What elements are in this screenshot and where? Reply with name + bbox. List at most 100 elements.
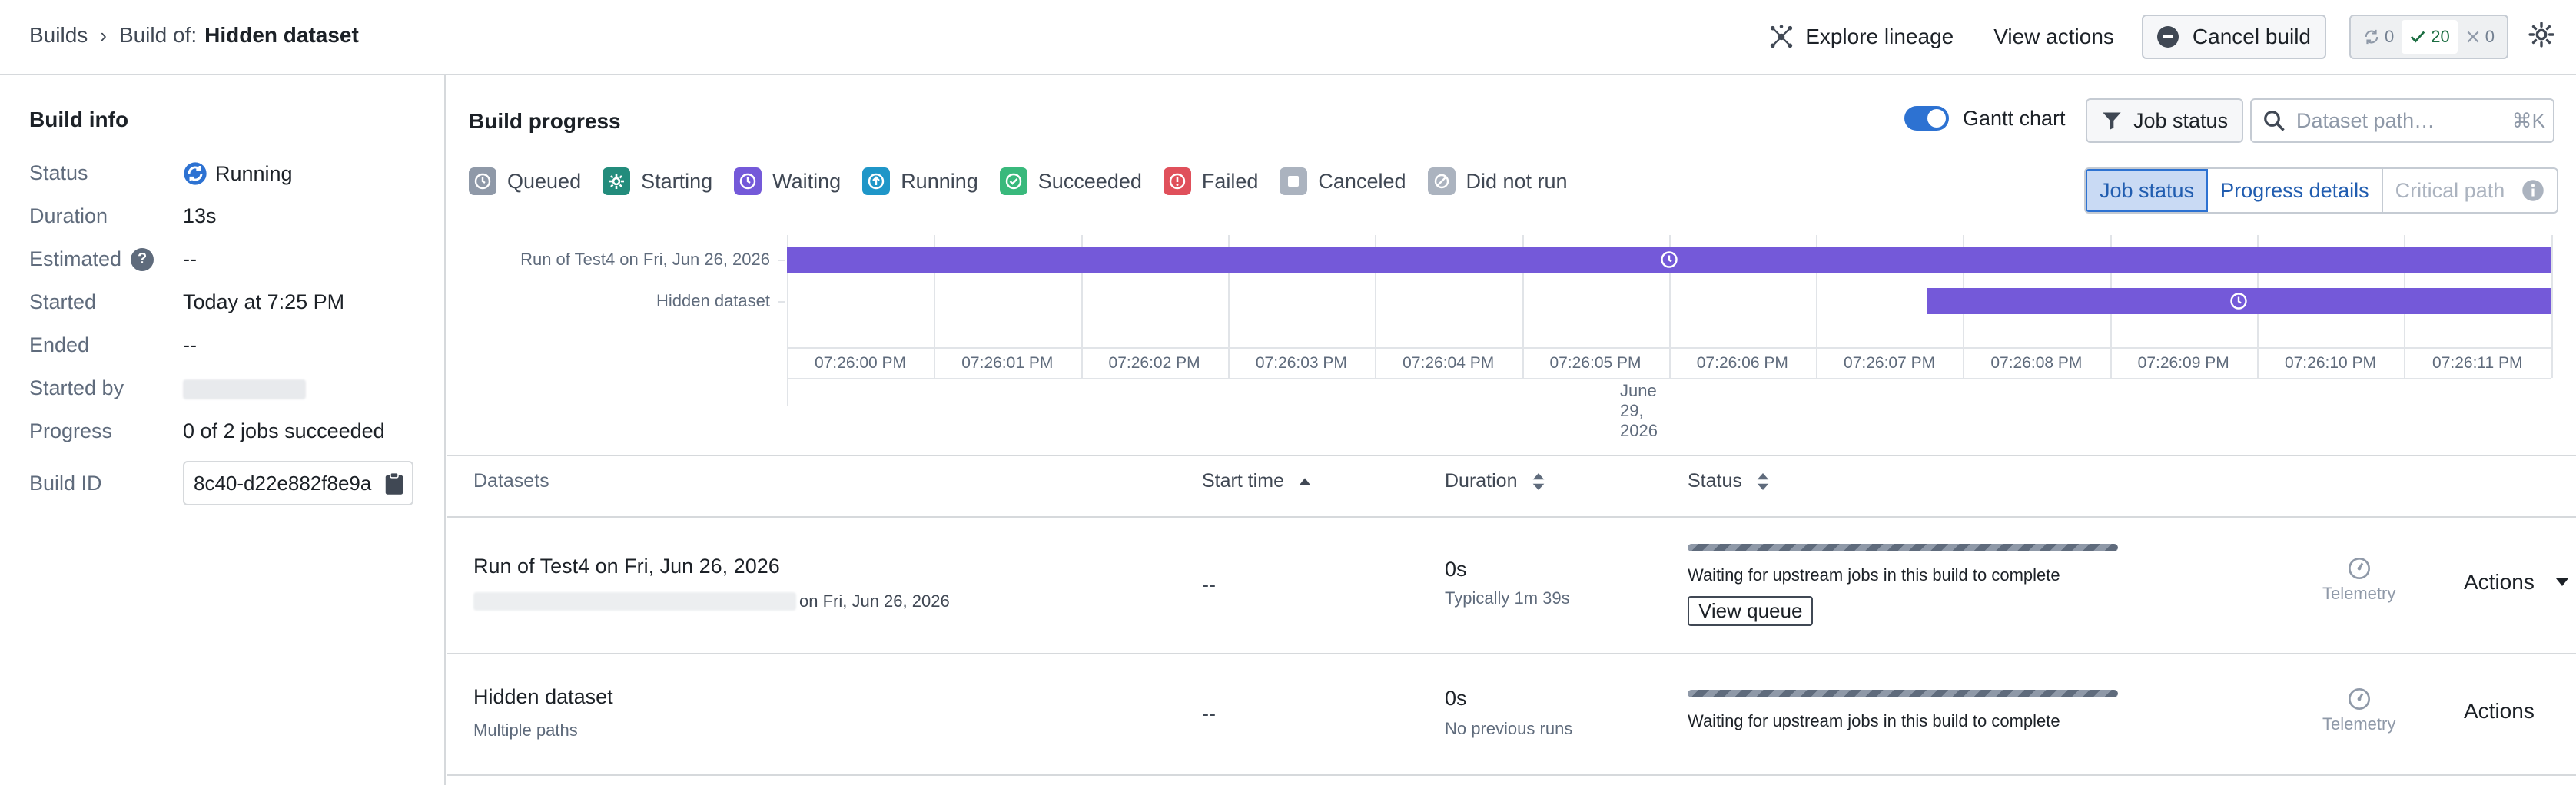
gantt-tick-label: 07:26:05 PM <box>1549 354 1642 372</box>
cancel-build-button[interactable]: Cancel build <box>2141 15 2327 59</box>
gantt-row-tick <box>778 301 785 303</box>
gantt-tick-label: 07:26:07 PM <box>1844 354 1936 372</box>
redacted-user <box>183 379 306 399</box>
gantt-chart-toggle[interactable]: Gantt chart <box>1904 106 2066 131</box>
clipboard-icon[interactable] <box>384 472 404 501</box>
sort-ascending-icon <box>1299 477 1311 485</box>
header-label: Status <box>1688 470 1742 492</box>
breadcrumb-current: Hidden dataset <box>204 23 359 47</box>
gantt-tick-label: 07:26:03 PM <box>1255 354 1347 372</box>
failed-count-badge[interactable]: 0 <box>2458 20 2502 54</box>
settings-gear-icon[interactable] <box>2528 21 2554 53</box>
table-divider <box>447 516 2576 518</box>
gantt-row-label: Hidden dataset <box>656 291 770 310</box>
explore-lineage-button[interactable]: Explore lineage <box>1768 24 1954 50</box>
column-header-datasets: Datasets <box>473 470 549 492</box>
sort-icon <box>1757 472 1769 490</box>
gear-icon <box>603 167 631 195</box>
tab-critical-path[interactable]: Critical path <box>2383 169 2558 212</box>
info-label-progress: Progress <box>29 419 113 442</box>
column-header-status[interactable]: Status <box>1688 470 1771 492</box>
info-value-started: Today at 7:25 PM <box>183 290 345 313</box>
table-divider <box>447 653 2576 654</box>
status-progress-bar <box>1688 690 2118 697</box>
gantt-tick-label: 07:26:09 PM <box>2137 354 2229 372</box>
build-info-title: Build info <box>29 108 129 131</box>
succeeded-count-badge[interactable]: 20 <box>2402 20 2458 54</box>
view-actions-label: View actions <box>1993 25 2114 48</box>
dataset-name[interactable]: Hidden dataset <box>473 685 613 709</box>
gauge-icon <box>2348 558 2370 579</box>
toggle-switch[interactable] <box>1904 106 1949 131</box>
status-cell: Waiting for upstream jobs in this build … <box>1688 544 2118 626</box>
telemetry-link[interactable]: Telemetry <box>2322 687 2395 734</box>
dataset-sub-text: on Fri, Jun 26, 2026 <box>799 591 950 611</box>
duration: 0s <box>1445 558 1467 581</box>
top-bar: Builds › Build of: Hidden dataset Explor… <box>0 0 2576 75</box>
refresh-icon <box>2365 29 2378 45</box>
legend-label: Did not run <box>1466 169 1568 193</box>
search-placeholder: Dataset path… <box>2296 108 2435 132</box>
build-info-panel: Build info Status Running Duration 13s E… <box>0 75 446 785</box>
gantt-row-tick <box>778 260 785 261</box>
status-progress-bar <box>1688 544 2118 551</box>
header-label: Start time <box>1202 470 1284 492</box>
view-actions-button[interactable]: View actions <box>1993 25 2114 49</box>
legend-succeeded: Succeeded <box>999 167 1142 195</box>
start-time: -- <box>1202 702 1216 725</box>
duration-estimate: Typically 1m 39s <box>1445 588 1570 608</box>
dataset-name[interactable]: Run of Test4 on Fri, Jun 26, 2026 <box>473 555 780 578</box>
build-progress-panel: Build progress Gantt chart Job status Da… <box>447 75 2576 785</box>
exclamation-icon <box>1163 167 1191 195</box>
actions-label: Actions <box>2464 699 2535 723</box>
cancel-icon <box>2156 26 2179 48</box>
info-label-ended: Ended <box>29 333 90 356</box>
info-value-status: Running <box>183 161 293 186</box>
legend-running: Running <box>862 167 978 195</box>
legend-label: Starting <box>641 169 713 193</box>
info-value-estimated: -- <box>183 247 197 270</box>
gantt-gridline <box>2551 235 2553 378</box>
running-status-icon <box>184 162 207 185</box>
legend-canceled: Canceled <box>1280 167 1406 195</box>
telemetry-link[interactable]: Telemetry <box>2322 556 2395 604</box>
legend-label: Queued <box>507 169 582 193</box>
gantt-row-label: Run of Test4 on Fri, Jun 26, 2026 <box>520 250 770 269</box>
status-text: Waiting for upstream jobs in this build … <box>1688 711 2060 730</box>
gauge-icon <box>2348 688 2370 710</box>
breadcrumb-prefix: Build of: <box>118 23 198 47</box>
sort-icon <box>1532 472 1544 490</box>
row-actions-button[interactable]: Actions <box>2464 570 2570 595</box>
close-icon <box>2467 31 2479 43</box>
column-header-start-time[interactable]: Start time <box>1202 470 1313 492</box>
dataset-path-search[interactable]: Dataset path… ⌘K <box>2250 98 2554 143</box>
legend-label: Running <box>901 169 978 193</box>
caret-down-icon <box>2555 578 2568 586</box>
header-label: Duration <box>1445 470 1518 492</box>
tab-job-status[interactable]: Job status <box>2086 169 2209 212</box>
actions-label: Actions <box>2464 570 2535 594</box>
job-status-filter-button[interactable]: Job status <box>2086 98 2244 143</box>
info-icon <box>2522 180 2544 201</box>
tab-progress-details[interactable]: Progress details <box>2208 169 2383 212</box>
help-icon[interactable]: ? <box>131 247 154 271</box>
view-queue-button[interactable]: View queue <box>1688 596 1814 626</box>
cancel-build-label: Cancel build <box>2192 25 2312 48</box>
breadcrumb: Builds › Build of: Hidden dataset <box>29 23 359 48</box>
column-header-duration[interactable]: Duration <box>1445 470 1547 492</box>
gantt-toggle-label: Gantt chart <box>1963 106 2066 130</box>
running-count-badge[interactable]: 0 <box>2355 20 2402 54</box>
breadcrumb-builds-link[interactable]: Builds <box>29 23 88 48</box>
legend-label: Waiting <box>772 169 842 193</box>
search-icon <box>2264 111 2285 131</box>
info-value-progress: 0 of 2 jobs succeeded <box>183 419 385 442</box>
search-shortcut-hint: ⌘K <box>2511 108 2545 132</box>
row-actions-button[interactable]: Actions <box>2464 699 2535 724</box>
check-icon <box>2411 31 2425 43</box>
redacted-path <box>473 592 796 611</box>
build-id-field[interactable]: 8c40-d22e882f8e9a <box>183 461 413 505</box>
gantt-axis-line <box>787 378 788 406</box>
running-count: 0 <box>2385 27 2395 46</box>
explore-lineage-label: Explore lineage <box>1805 25 1954 48</box>
succeeded-count: 20 <box>2431 27 2450 46</box>
